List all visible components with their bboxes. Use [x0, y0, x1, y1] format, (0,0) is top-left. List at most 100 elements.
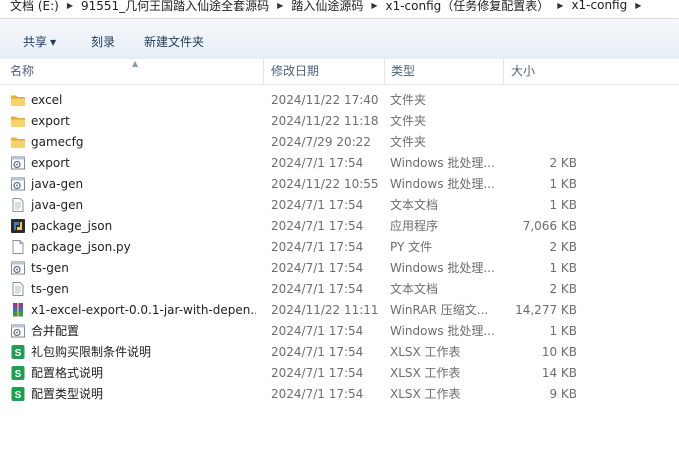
file-row[interactable]: package_json 2024/7/1 17:54 应用程序 7,066 KB [0, 216, 679, 237]
file-row[interactable]: gamecfg 2024/7/29 20:22 文件夹 [0, 132, 679, 153]
batch-file-icon [10, 176, 26, 192]
column-header-name[interactable]: 名称 ▲ [4, 59, 264, 84]
blank-file-icon [10, 239, 26, 255]
breadcrumb-item[interactable]: x1-config（任务修复配置表） [381, 0, 553, 14]
file-size [505, 132, 577, 153]
file-date: 2024/7/1 17:54 [271, 156, 364, 170]
text-file-icon [10, 197, 26, 213]
xlsx-file-icon: S [10, 344, 26, 360]
batch-file-icon [10, 260, 26, 276]
file-name: java-gen [31, 198, 84, 212]
file-row[interactable]: S 礼包购买限制条件说明 2024/7/1 17:54 XLSX 工作表 10 KB [0, 342, 679, 363]
file-size: 14 KB [541, 366, 577, 380]
file-row[interactable]: S 配置格式说明 2024/7/1 17:54 XLSX 工作表 14 KB [0, 363, 679, 384]
file-row[interactable]: S 配置类型说明 2024/7/1 17:54 XLSX 工作表 9 KB [0, 384, 679, 405]
file-name: package_json [31, 219, 113, 233]
file-name: 礼包购买限制条件说明 [31, 345, 152, 359]
svg-text:S: S [15, 348, 22, 359]
file-name: x1-excel-export-0.0.1-jar-with-depen... [31, 303, 256, 317]
file-date: 2024/7/1 17:54 [271, 282, 364, 296]
file-size: 1 KB [549, 177, 577, 191]
file-row[interactable]: export 2024/7/1 17:54 Windows 批处理... 2 KB [0, 153, 679, 174]
file-row[interactable]: x1-excel-export-0.0.1-jar-with-depen... 2… [0, 300, 679, 321]
address-bar[interactable]: 文档 (E:) ▶ 91551_几何王国踏入仙途全套源码 ▶ 踏入仙途源码 ▶ … [0, 0, 679, 19]
file-size: 1 KB [549, 261, 577, 275]
breadcrumb-item[interactable]: 91551_几何王国踏入仙途全套源码 [77, 0, 273, 14]
folder-icon [10, 113, 26, 129]
file-row[interactable]: java-gen 2024/7/1 17:54 文本文档 1 KB [0, 195, 679, 216]
file-date: 2024/7/1 17:54 [271, 261, 364, 275]
file-row[interactable]: package_json.py 2024/7/1 17:54 PY 文件 2 KB [0, 237, 679, 258]
file-name: 配置类型说明 [31, 387, 104, 401]
file-name: 合并配置 [31, 324, 80, 338]
file-size: 1 KB [549, 324, 577, 338]
file-row[interactable]: export 2024/11/22 11:18 文件夹 [0, 111, 679, 132]
file-row[interactable]: 合并配置 2024/7/1 17:54 Windows 批处理... 1 KB [0, 321, 679, 342]
file-type: XLSX 工作表 [390, 387, 461, 401]
text-file-icon [10, 281, 26, 297]
chevron-right-icon[interactable]: ▶ [273, 1, 287, 10]
file-size: 10 KB [541, 345, 577, 359]
file-size [505, 111, 577, 132]
file-row[interactable]: ts-gen 2024/7/1 17:54 Windows 批处理... 1 KB [0, 258, 679, 279]
xlsx-file-icon: S [10, 365, 26, 381]
file-date: 2024/7/1 17:54 [271, 219, 364, 233]
file-type: 文本文档 [390, 282, 439, 296]
file-type: PY 文件 [390, 240, 433, 254]
file-date: 2024/7/29 20:22 [271, 135, 371, 149]
file-row[interactable]: excel 2024/11/22 17:40 文件夹 [0, 90, 679, 111]
file-date: 2024/11/22 17:40 [271, 93, 379, 107]
batch-file-icon [10, 155, 26, 171]
file-size: 2 KB [549, 156, 577, 170]
chevron-down-icon: ▼ [50, 38, 57, 47]
file-size: 2 KB [549, 240, 577, 254]
column-header-type[interactable]: 类型 [385, 59, 504, 84]
chevron-right-icon[interactable]: ▶ [631, 1, 645, 10]
file-type: XLSX 工作表 [390, 366, 461, 380]
breadcrumb-item[interactable]: x1-config [567, 0, 631, 12]
file-date: 2024/11/22 11:11 [271, 303, 379, 317]
share-button[interactable]: 共享 ▼ [23, 33, 56, 49]
file-date: 2024/7/1 17:54 [271, 366, 364, 380]
file-type: 文件夹 [390, 114, 427, 128]
breadcrumb-item[interactable]: 文档 (E:) [6, 0, 63, 14]
file-date: 2024/7/1 17:54 [271, 198, 364, 212]
folder-icon [10, 134, 26, 150]
chevron-right-icon[interactable]: ▶ [367, 1, 381, 10]
python-exe-icon [10, 218, 26, 234]
sort-ascending-icon: ▲ [132, 59, 139, 68]
file-list: excel 2024/11/22 17:40 文件夹 export 2024/11/2… [0, 90, 679, 405]
file-row[interactable]: java-gen 2024/11/22 10:55 Windows 批处理... 1 … [0, 174, 679, 195]
winrar-archive-icon [10, 302, 26, 318]
column-header-size[interactable]: 大小 [505, 59, 585, 84]
file-date: 2024/11/22 11:18 [271, 114, 379, 128]
file-name: excel [31, 93, 63, 107]
file-date: 2024/7/1 17:54 [271, 240, 364, 254]
file-size: 7,066 KB [522, 219, 577, 233]
file-size [505, 90, 577, 111]
file-date: 2024/11/22 10:55 [271, 177, 379, 191]
file-size: 9 KB [549, 387, 577, 401]
file-type: Windows 批处理... [390, 261, 495, 275]
file-name: package_json.py [31, 240, 131, 254]
file-name: ts-gen [31, 261, 69, 275]
file-type: 应用程序 [390, 219, 439, 233]
file-name: export [31, 156, 70, 170]
chevron-right-icon[interactable]: ▶ [63, 1, 77, 10]
breadcrumb-item[interactable]: 踏入仙途源码 [287, 0, 367, 14]
breadcrumb: 文档 (E:) ▶ 91551_几何王国踏入仙途全套源码 ▶ 踏入仙途源码 ▶ … [6, 0, 645, 14]
new-folder-button[interactable]: 新建文件夹 [144, 33, 204, 49]
column-header-date[interactable]: 修改日期 [265, 59, 385, 84]
share-label: 共享 [23, 35, 48, 49]
svg-text:S: S [15, 369, 22, 380]
column-header: 名称 ▲ 修改日期 类型 大小 [0, 59, 679, 85]
file-type: WinRAR 压缩文... [390, 303, 489, 317]
file-name: gamecfg [31, 135, 84, 149]
file-date: 2024/7/1 17:54 [271, 324, 364, 338]
file-type: Windows 批处理... [390, 156, 495, 170]
file-row[interactable]: ts-gen 2024/7/1 17:54 文本文档 2 KB [0, 279, 679, 300]
burn-button[interactable]: 刻录 [91, 33, 115, 49]
file-name: export [31, 114, 70, 128]
file-date: 2024/7/1 17:54 [271, 387, 364, 401]
chevron-right-icon[interactable]: ▶ [553, 1, 567, 10]
